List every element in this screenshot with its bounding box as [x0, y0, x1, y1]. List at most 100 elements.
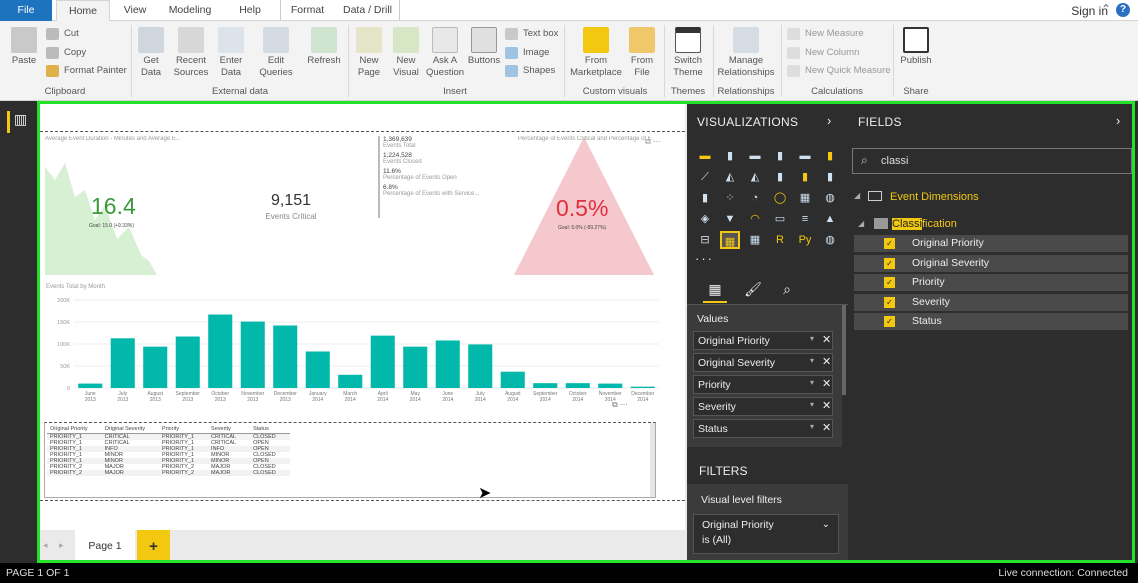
field-item[interactable]: ✓ Status	[854, 313, 1128, 330]
chart-options-icon[interactable]: ⧉ ⋯	[612, 400, 628, 410]
add-page-button[interactable]: +	[137, 530, 170, 563]
more-visuals-icon[interactable]: ···	[695, 251, 714, 266]
remove-field-icon[interactable]: ✕	[822, 377, 831, 390]
analytics-tab-icon[interactable]: ⌕	[775, 281, 799, 303]
bar[interactable]	[403, 346, 428, 388]
prev-page-icon[interactable]: ◂	[43, 540, 48, 551]
chevron-down-icon[interactable]: ▾	[810, 422, 814, 431]
field-well-item[interactable]: Status ▾ ✕	[693, 419, 833, 438]
chevron-down-icon[interactable]: ▾	[810, 378, 814, 387]
donut-icon[interactable]: ◯	[770, 189, 790, 207]
kpi-percentage-events-critical[interactable]: Percentage of Events Critical and Percen…	[514, 135, 654, 275]
bar[interactable]	[175, 336, 200, 388]
field-item[interactable]: ✓ Original Severity	[854, 254, 1128, 272]
scatter-icon[interactable]: ⁘	[720, 189, 740, 207]
collapse-visualizations-icon[interactable]: ›	[827, 113, 831, 128]
bar[interactable]	[110, 338, 135, 388]
line-chart-icon[interactable]: ⟋	[695, 168, 715, 186]
kpi-icon[interactable]: ▲	[820, 210, 840, 228]
focus-mode-icon[interactable]: ⧉ ⋯	[645, 137, 661, 147]
bar[interactable]	[598, 383, 623, 388]
stacked-bar-icon[interactable]: ▬	[695, 147, 715, 165]
table-row[interactable]: PRIORITY_2 MAJOR PRIORITY_2 MAJOR CLOSED	[47, 470, 290, 476]
fields-search-box[interactable]: ⌕ classi	[852, 148, 1132, 174]
bar[interactable]	[78, 383, 103, 388]
field-well-item[interactable]: Original Severity ▾ ✕	[693, 353, 833, 372]
globe-icon[interactable]: ◍	[820, 231, 840, 249]
search-input[interactable]: classi	[881, 155, 909, 167]
remove-field-icon[interactable]: ✕	[822, 333, 831, 346]
checkbox-checked-icon[interactable]: ✓	[884, 238, 895, 249]
checkbox-checked-icon[interactable]: ✓	[884, 257, 895, 269]
new-measure-button[interactable]: New Measure	[787, 26, 864, 42]
bar[interactable]	[273, 325, 298, 388]
bar[interactable]	[240, 321, 265, 388]
bar-chart-events-by-month[interactable]: Events Total by Month 0 50K 100K 150K 200K Ju…	[44, 284, 674, 414]
r-visual-icon[interactable]: R	[770, 231, 790, 249]
bar[interactable]	[533, 383, 558, 388]
field-well-item[interactable]: Severity ▾ ✕	[693, 397, 833, 416]
format-tab-icon[interactable]: 🖌	[741, 281, 765, 303]
copy-button[interactable]: Copy	[46, 45, 86, 61]
bar[interactable]	[208, 314, 233, 388]
viz-pane-scrollbar[interactable]	[842, 305, 846, 395]
tab-modeling[interactable]: Modeling	[160, 0, 220, 21]
bar[interactable]	[565, 383, 590, 388]
checkbox-checked-icon[interactable]: ✓	[884, 296, 895, 308]
chevron-down-icon[interactable]: ▾	[810, 400, 814, 409]
gauge-icon[interactable]: ◠	[745, 210, 765, 228]
tab-page-1[interactable]: Page 1	[75, 530, 135, 563]
report-view-icon[interactable]: ▥	[7, 111, 31, 133]
clustered-bar-icon[interactable]: ▬	[745, 147, 765, 165]
shapes-button[interactable]: Shapes	[505, 63, 555, 79]
field-well-item[interactable]: Priority ▾ ✕	[693, 375, 833, 394]
table-header-cell[interactable]: Status	[250, 425, 290, 434]
filled-map-icon[interactable]: ◈	[695, 210, 715, 228]
python-visual-icon[interactable]: Py	[795, 231, 815, 249]
bar[interactable]	[630, 386, 655, 388]
new-column-button[interactable]: New Column	[787, 45, 859, 61]
slicer-icon[interactable]: ⊟	[695, 231, 715, 249]
multirow-card[interactable]: 1,369,639 Events Total 1,224,528 Events …	[378, 136, 508, 218]
treemap-icon[interactable]: ▦	[795, 189, 815, 207]
clustered-column-icon[interactable]: ▮	[770, 147, 790, 165]
stacked-column-icon[interactable]: ▮	[720, 147, 740, 165]
collapse-ribbon-icon[interactable]: ⌃	[1101, 2, 1111, 16]
tab-file[interactable]: File	[0, 0, 52, 21]
area-chart-icon[interactable]: ◭	[720, 168, 740, 186]
ribbon-chart-icon[interactable]: ▮	[820, 168, 840, 186]
buttons-button[interactable]: Buttons	[467, 27, 501, 67]
publish-button[interactable]: Publish	[898, 27, 934, 67]
chevron-down-icon[interactable]: ▾	[810, 356, 814, 365]
collapse-fields-icon[interactable]: ›	[1116, 113, 1120, 128]
bar[interactable]	[468, 344, 493, 388]
bar[interactable]	[143, 346, 168, 388]
new-page-button[interactable]: New Page	[352, 27, 386, 79]
checkbox-checked-icon[interactable]: ✓	[884, 316, 895, 327]
bar[interactable]	[500, 371, 525, 388]
remove-field-icon[interactable]: ✕	[822, 399, 831, 412]
get-data-button[interactable]: Get Data	[136, 27, 166, 79]
table-visual[interactable]: Original Priority Original Severity Priori…	[44, 422, 656, 498]
field-item[interactable]: ✓ Priority	[854, 274, 1128, 291]
bar[interactable]	[338, 374, 363, 388]
format-painter-button[interactable]: Format Painter	[46, 63, 127, 79]
next-page-icon[interactable]: ▸	[59, 540, 64, 551]
field-well-item[interactable]: Original Priority ▾ ✕	[693, 331, 833, 350]
manage-relationships-button[interactable]: Manage Relationships	[716, 27, 776, 79]
matrix-icon[interactable]: ▦	[745, 231, 765, 249]
tab-help[interactable]: Help	[228, 0, 272, 21]
cut-button[interactable]: Cut	[46, 26, 79, 42]
fields-tab-icon[interactable]: ▦	[703, 281, 727, 303]
100-bar-icon[interactable]: ▬	[795, 147, 815, 165]
recent-sources-button[interactable]: Recent Sources	[170, 27, 212, 79]
chevron-down-icon[interactable]: ⌄	[822, 519, 830, 530]
enter-data-button[interactable]: Enter Data	[216, 27, 246, 79]
paste-button[interactable]: Paste	[8, 27, 40, 67]
remove-field-icon[interactable]: ✕	[822, 355, 831, 368]
remove-field-icon[interactable]: ✕	[822, 421, 831, 434]
field-item[interactable]: ✓ Severity	[854, 293, 1128, 311]
switch-theme-button[interactable]: Switch Theme	[668, 27, 708, 79]
checkbox-checked-icon[interactable]: ✓	[884, 277, 895, 288]
map-icon[interactable]: ◍	[820, 189, 840, 207]
